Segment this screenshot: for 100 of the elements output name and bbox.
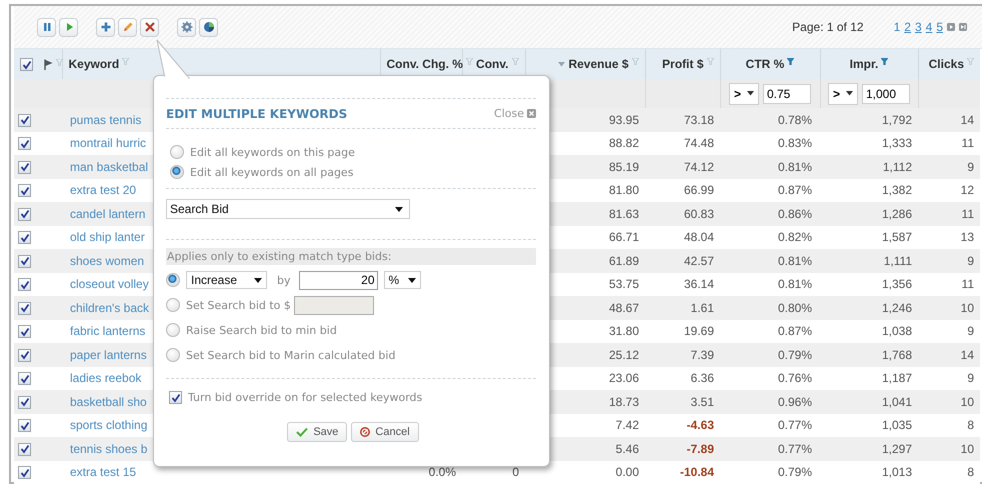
table-cell: 14 — [960, 112, 974, 127]
keyword-link[interactable]: paper lanterns — [70, 348, 147, 362]
keyword-link[interactable]: sports clothing — [70, 418, 148, 432]
radio-button[interactable] — [166, 273, 180, 287]
table-cell: 10 — [960, 442, 974, 456]
keyword-link[interactable]: fabric lanterns — [70, 324, 146, 338]
table-cell: 0.79% — [778, 348, 812, 362]
radio-button[interactable] — [166, 298, 180, 312]
row-checkbox[interactable] — [18, 372, 31, 386]
gear-icon — [180, 21, 192, 33]
filter-icon[interactable] — [881, 58, 888, 66]
delete-icon — [144, 21, 156, 33]
row-checkbox[interactable] — [18, 254, 31, 268]
save-button[interactable]: Save — [287, 422, 348, 442]
row-checkbox[interactable] — [18, 325, 31, 338]
field-dropdown[interactable]: Search Bid — [166, 199, 410, 219]
keyword-link[interactable]: man basketbal — [70, 160, 148, 174]
table-cell: 0.87% — [778, 324, 812, 338]
check-icon — [296, 427, 308, 437]
radio-button[interactable] — [170, 165, 184, 179]
page-link[interactable]: 4 — [926, 20, 932, 34]
table-cell: -10.84 — [680, 465, 714, 480]
row-checkbox[interactable] — [18, 231, 31, 244]
page-link[interactable]: 3 — [914, 20, 922, 34]
table-cell: 1,013 — [882, 465, 912, 480]
row-checkbox[interactable] — [18, 160, 31, 174]
filter-value-field[interactable]: 0.75 — [763, 84, 811, 104]
row-checkbox[interactable] — [18, 208, 31, 221]
table-cell: 0.96% — [778, 394, 812, 409]
unit-dropdown[interactable]: % — [384, 271, 420, 289]
keyword-link[interactable]: children's back — [70, 300, 149, 315]
play-button[interactable] — [59, 18, 78, 36]
row-checkbox[interactable] — [18, 396, 31, 409]
table-cell: 9 — [967, 160, 974, 174]
table-cell: 19.69 — [684, 324, 714, 338]
delete-button[interactable] — [140, 18, 159, 36]
table-cell: 48.04 — [684, 230, 714, 244]
radio-button[interactable] — [170, 145, 184, 159]
keyword-link[interactable]: montrail hurric — [70, 136, 146, 150]
keyword-link[interactable]: old ship lanter — [70, 230, 145, 244]
amount-field[interactable]: 20 — [298, 270, 378, 290]
next-page-icon[interactable] — [947, 23, 955, 31]
keyword-link[interactable]: ladies reebok — [70, 371, 142, 386]
filter-value-field[interactable]: 1,000 — [862, 84, 910, 104]
row-checkbox[interactable] — [18, 442, 31, 456]
table-cell: 66.71 — [608, 230, 639, 244]
gear-button[interactable] — [177, 18, 196, 36]
row-checkbox[interactable] — [18, 466, 31, 480]
table-cell: 9 — [967, 371, 974, 386]
keyword-link[interactable]: tennis shoes b — [70, 442, 148, 456]
flag-icon[interactable] — [44, 59, 53, 70]
keyword-link[interactable]: shoes women — [70, 254, 144, 268]
pencil-icon — [122, 21, 134, 33]
pie-chart-button[interactable] — [199, 18, 218, 36]
row-checkbox[interactable] — [18, 419, 31, 432]
table-cell: 53.75 — [608, 277, 639, 292]
table-cell: 1,297 — [882, 442, 912, 456]
row-checkbox[interactable] — [18, 137, 31, 150]
keyword-link[interactable]: closeout volley — [70, 277, 149, 292]
option-label: Raise Search bid to min bid — [186, 324, 337, 336]
override-checkbox[interactable] — [169, 391, 182, 404]
keyword-link[interactable]: extra test 15 — [70, 465, 136, 480]
table-cell: 0.81% — [778, 160, 812, 174]
table-cell: 0.83% — [778, 136, 812, 150]
plus-button[interactable] — [96, 18, 115, 36]
row-checkbox[interactable] — [18, 184, 31, 198]
close-link[interactable]: Close — [494, 107, 536, 120]
radio-button[interactable] — [166, 348, 180, 362]
keyword-link[interactable]: candel lantern — [70, 206, 146, 221]
table-cell: 12 — [960, 183, 974, 198]
table-cell: 8 — [967, 418, 974, 432]
keyword-link[interactable]: extra test 20 — [70, 183, 136, 198]
operator-dropdown[interactable]: > — [828, 82, 858, 104]
action-dropdown[interactable]: Increase — [186, 271, 267, 289]
keyword-link[interactable]: pumas tennis — [70, 112, 142, 127]
page-link[interactable]: 5 — [936, 20, 943, 34]
operator-dropdown[interactable]: > — [728, 82, 759, 104]
table-cell: 0.86% — [778, 206, 812, 221]
table-cell: 1,768 — [882, 348, 912, 362]
row-checkbox[interactable] — [18, 278, 31, 292]
table-cell: 1,111 — [884, 254, 912, 268]
filter-icon[interactable] — [787, 58, 794, 66]
table-cell: 42.57 — [684, 254, 714, 268]
pause-button[interactable] — [37, 18, 56, 36]
row-checkbox[interactable] — [18, 114, 31, 127]
table-cell: 36.14 — [684, 277, 714, 292]
row-checkbox[interactable] — [18, 302, 31, 315]
row-checkbox[interactable] — [18, 348, 31, 362]
page-link[interactable]: 1 — [894, 20, 900, 34]
table-cell: 0.80% — [778, 300, 812, 315]
cancel-button[interactable]: Cancel — [351, 422, 419, 442]
page-link[interactable]: 2 — [904, 20, 911, 34]
table-cell: 3.51 — [690, 394, 714, 409]
last-page-icon[interactable] — [959, 23, 967, 31]
section-label: Applies only to existing match type bids: — [166, 248, 536, 265]
radio-button[interactable] — [166, 323, 180, 337]
keyword-link[interactable]: basketball sho — [70, 394, 147, 409]
select-all-checkbox[interactable] — [20, 58, 33, 72]
close-icon[interactable] — [527, 109, 536, 118]
option-label: Turn bid override on for selected keywords — [188, 391, 422, 404]
